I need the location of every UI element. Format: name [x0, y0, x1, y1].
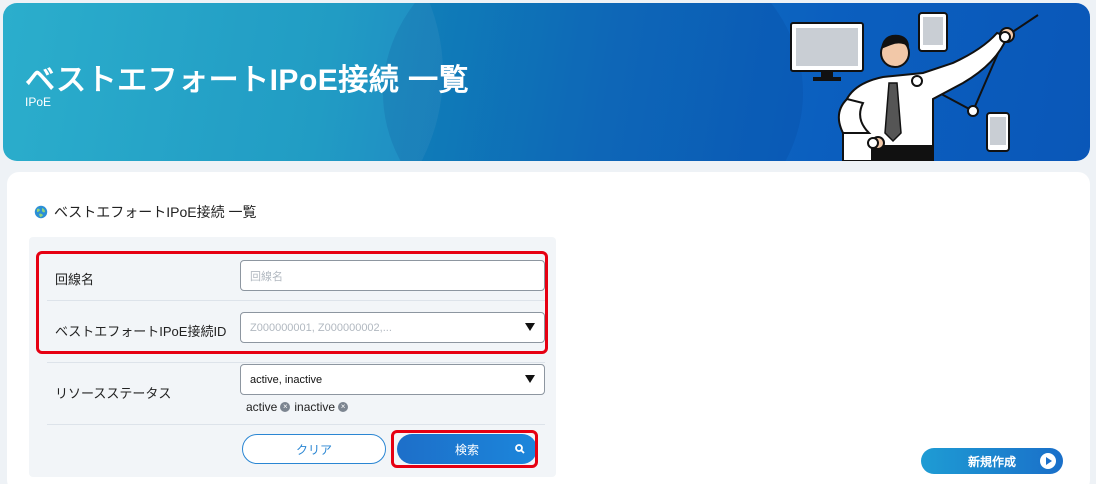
chevron-down-icon [525, 375, 535, 383]
new-create-button[interactable]: 新規作成 [921, 448, 1063, 474]
line-name-row: 回線名 回線名 [47, 253, 545, 301]
resource-status-row: リソースステータス active, inactive active × inac… [47, 363, 545, 425]
search-button[interactable]: 検索 [397, 434, 537, 464]
section-header: ベストエフォートIPoE接続 一覧 [34, 202, 257, 222]
remove-tag-icon[interactable]: × [338, 402, 349, 412]
page-subtitle: IPoE [25, 95, 52, 109]
status-tag-inactive: inactive × [294, 400, 349, 414]
status-tag-active: active × [246, 400, 291, 414]
connection-id-placeholder: Z000000001, Z000000002,... [250, 321, 392, 334]
new-create-label: 新規作成 [967, 454, 1016, 469]
search-button-label: 検索 [454, 442, 479, 457]
section-title: ベストエフォートIPoE接続 一覧 [54, 204, 257, 220]
content-card: ベストエフォートIPoE接続 一覧 回線名 回線名 ベストエフォートIPoE接続… [7, 172, 1090, 484]
status-tag-label: active [246, 400, 278, 414]
businessman-network-illustration [790, 12, 1039, 161]
resource-status-tags: active × inactive × [246, 400, 349, 414]
resource-status-select[interactable]: active, inactive [240, 364, 545, 395]
play-circle-icon [1040, 453, 1056, 469]
resource-status-label: リソースステータス [55, 386, 172, 401]
search-icon [515, 444, 525, 454]
line-name-label: 回線名 [55, 272, 95, 287]
page-title: ベストエフォートIPoE接続 一覧 [25, 64, 470, 97]
status-tag-label: inactive [294, 400, 336, 414]
remove-tag-icon[interactable]: × [280, 402, 291, 412]
chevron-down-icon [525, 323, 535, 331]
page-banner: ベストエフォートIPoE接続 一覧 IPoE [3, 3, 1090, 161]
clear-button[interactable]: クリア [242, 434, 386, 464]
resource-status-value: active, inactive [250, 373, 323, 386]
connection-id-row: ベストエフォートIPoE接続ID Z000000001, Z000000002,… [47, 301, 545, 363]
connection-id-select[interactable]: Z000000001, Z000000002,... [240, 312, 545, 343]
globe-icon [34, 205, 48, 219]
search-form: 回線名 回線名 ベストエフォートIPoE接続ID Z000000001, Z00… [29, 237, 556, 477]
connection-id-label: ベストエフォートIPoE接続ID [55, 324, 227, 339]
line-name-input[interactable]: 回線名 [240, 260, 545, 291]
